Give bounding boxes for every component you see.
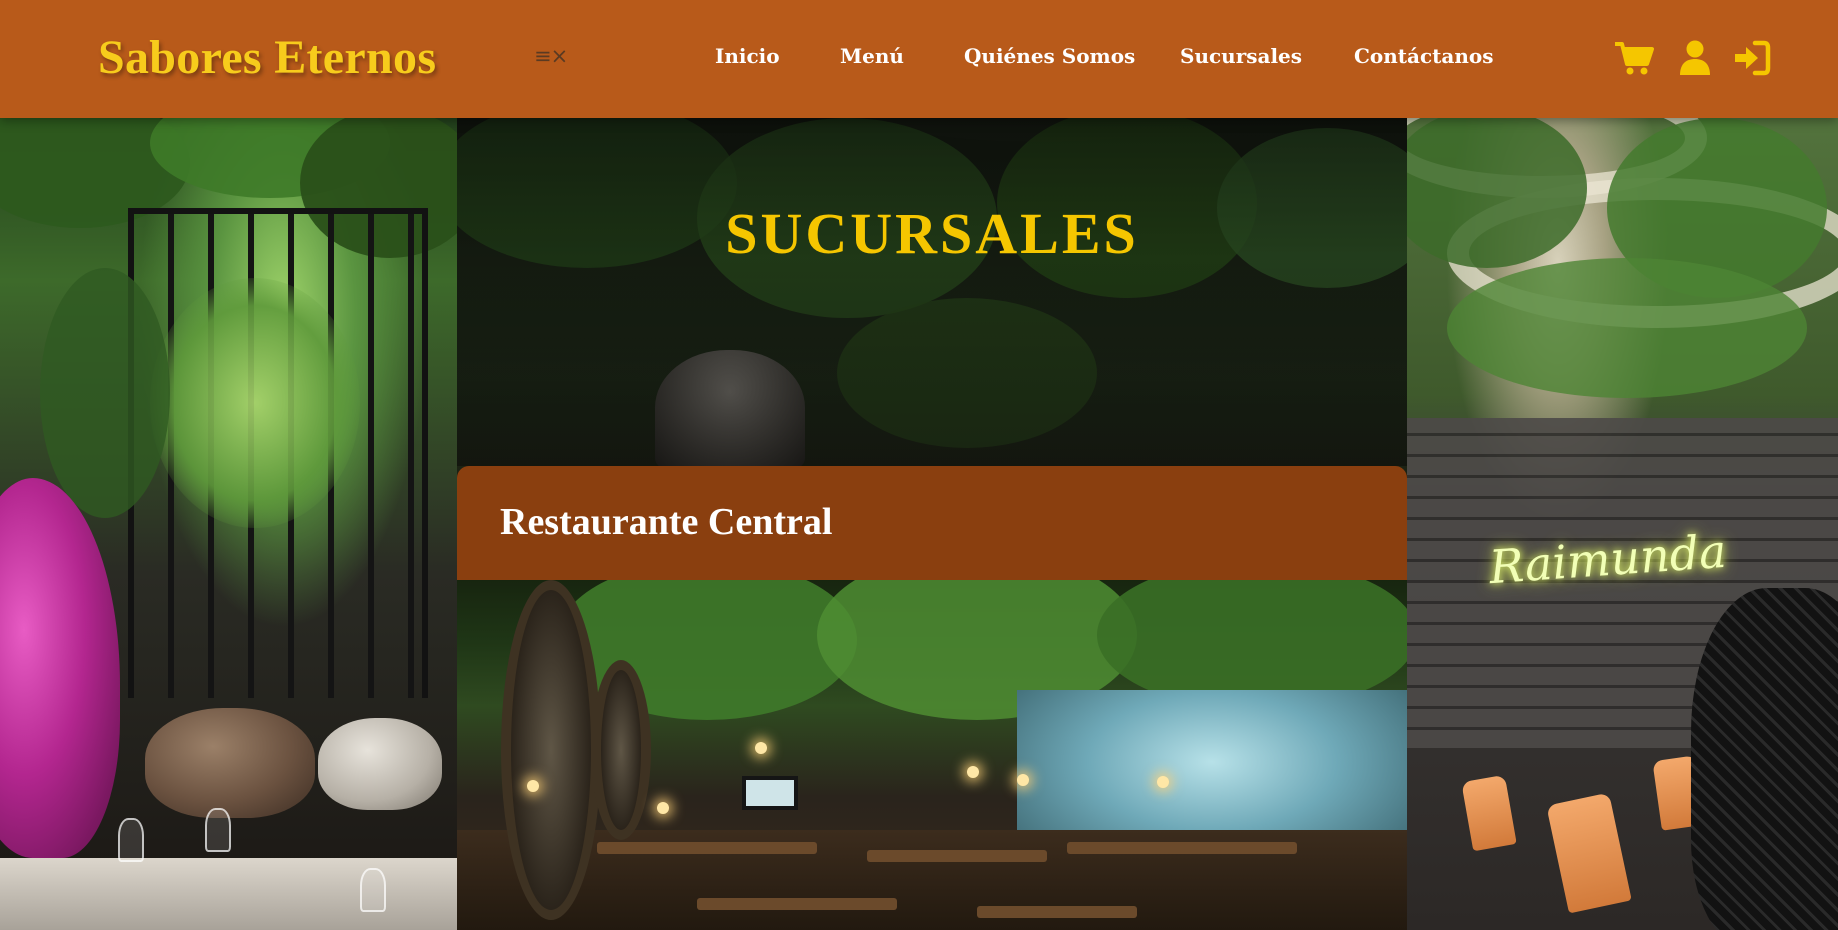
site-logo[interactable]: Sabores Eternos: [98, 30, 436, 85]
user-icon[interactable]: [1675, 40, 1715, 76]
cart-icon[interactable]: [1614, 40, 1654, 76]
site-header: Sabores Eternos ≡× Inicio Menú Quiénes S…: [0, 0, 1838, 118]
nav-link-quienes-somos[interactable]: Quiénes Somos: [964, 44, 1135, 68]
page-title: SUCURSALES: [725, 201, 1139, 266]
login-icon[interactable]: [1731, 40, 1771, 76]
nav-link-menu[interactable]: Menú: [840, 44, 904, 68]
branch-card-header: Restaurante Central: [457, 466, 1407, 580]
branch-name: Restaurante Central: [500, 501, 833, 543]
nav-link-inicio[interactable]: Inicio: [715, 44, 780, 68]
nav-link-sucursales[interactable]: Sucursales: [1180, 44, 1302, 68]
nav-link-contactanos[interactable]: Contáctanos: [1354, 44, 1494, 68]
menu-toggle-icon[interactable]: ≡×: [534, 44, 568, 68]
branch-photo: [457, 580, 1407, 930]
hero-left-image: [0, 118, 457, 930]
hero-right-image: Raimunda: [1407, 118, 1838, 930]
